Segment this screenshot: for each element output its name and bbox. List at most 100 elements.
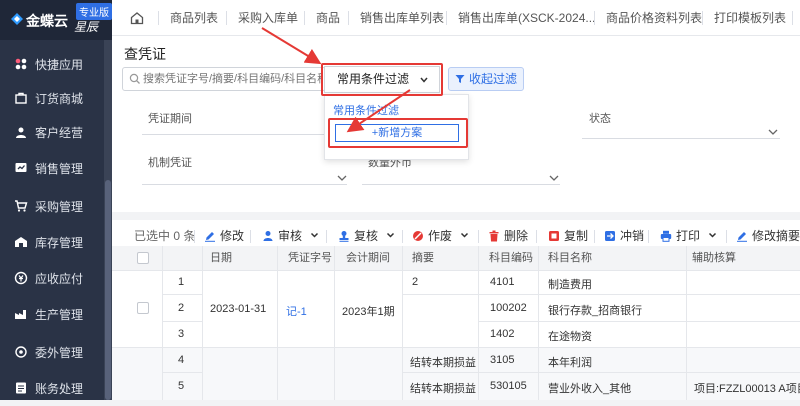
period-field-line[interactable]: [142, 134, 347, 135]
sidebar-item-label: 销售管理: [35, 161, 84, 176]
dropdown-option-common-filter[interactable]: 常用条件过滤: [333, 102, 399, 118]
chevron-down-icon: [387, 232, 395, 238]
sidebar-item-label: 应收应付: [35, 271, 84, 286]
cell-auxiliary: 项目:FZZL00013 A项目: [694, 383, 800, 395]
sidebar-item-production[interactable]: 生产管理: [0, 296, 104, 332]
col-header-account-code[interactable]: 科目编码: [489, 246, 533, 270]
select-all-checkbox[interactable]: [137, 252, 149, 264]
col-header-auxiliary[interactable]: 辅助核算: [692, 246, 736, 270]
sidebar-item-inventory[interactable]: 库存管理: [0, 224, 104, 260]
search-input[interactable]: [143, 70, 323, 88]
sidebar-item-label: 快捷应用: [35, 57, 84, 72]
col-header-voucher-no[interactable]: 凭证字号: [288, 246, 332, 270]
cell-summary: 结转本期损益: [410, 383, 476, 395]
tab-purchase-receipt[interactable]: 采购入库单: [238, 0, 298, 36]
sidebar-item-label: 订货商城: [35, 91, 84, 106]
sidebar-scrollbar-thumb[interactable]: [105, 180, 111, 400]
chevron-down-icon: [709, 232, 717, 238]
col-header-summary[interactable]: 摘要: [412, 246, 434, 270]
tab-sales-outbound-detail[interactable]: 销售出库单(XSCK-2024...: [458, 0, 595, 36]
tab-print-templates[interactable]: 打印模板列表: [714, 0, 786, 36]
sidebar-item-label: 库存管理: [35, 235, 84, 250]
sidebar-item-ledger[interactable]: 账务处理: [0, 370, 104, 406]
cell-account-code: 530105: [490, 380, 527, 392]
made-by-chevron-down-icon[interactable]: [337, 174, 347, 182]
row-number: 1: [178, 276, 185, 288]
tab-bar: 商品列表 采购入库单 商品 销售出库单列表 销售出库单(XSCK-2024...…: [112, 0, 800, 36]
filter-label-status: 状态: [589, 113, 611, 125]
cell-period: 2023年1期: [342, 306, 395, 318]
highlight-add-scheme: [328, 118, 468, 148]
tab-product[interactable]: 商品: [316, 0, 340, 36]
copy-icon: [548, 230, 560, 242]
reverse-icon: [604, 230, 616, 242]
tab-sales-outbound-list[interactable]: 销售出库单列表: [360, 0, 444, 36]
status-chevron-down-icon[interactable]: [768, 128, 778, 136]
cell-account-code: 1402: [490, 328, 515, 340]
sidebar-item-order-mall[interactable]: 订货商城: [0, 80, 104, 116]
voucher-link[interactable]: 记-1: [286, 303, 307, 319]
tab-product-list[interactable]: 商品列表: [170, 0, 218, 36]
main-content: 查凭证 常用条件过滤 收起过滤 凭证期间 状态 机制凭证 数量外币 已选中 0 …: [112, 36, 800, 400]
cell-account-name: 营业外收入_其他: [548, 383, 632, 395]
filter-icon: [455, 75, 465, 83]
product-name: 星辰: [74, 20, 99, 34]
sidebar-item-purchase[interactable]: 采购管理: [0, 188, 104, 224]
highlight-filter-select: [321, 63, 443, 96]
chevron-down-icon: [461, 232, 469, 238]
col-header-account-name[interactable]: 科目名称: [548, 246, 592, 270]
trash-icon: [488, 230, 500, 242]
brand-name: 金蝶云: [26, 13, 68, 29]
sidebar-item-receivables[interactable]: 应收应付: [0, 260, 104, 296]
tab-price-list[interactable]: 商品价格资料列表: [606, 0, 702, 36]
sidebar-item-sales[interactable]: 销售管理: [0, 150, 104, 186]
currency-field[interactable]: [362, 184, 560, 185]
row-number: 4: [178, 354, 185, 366]
collapse-filter-button[interactable]: 收起过滤: [448, 67, 524, 91]
row-number: 5: [178, 380, 185, 392]
customer-icon: [14, 125, 28, 139]
sidebar-item-label: 账务处理: [35, 381, 84, 396]
stamp-icon: [338, 230, 350, 242]
void-icon: [412, 230, 424, 242]
cell-account-code: 3105: [490, 354, 515, 366]
money-icon: [14, 271, 28, 285]
status-field[interactable]: [582, 138, 780, 139]
sidebar-item-label: 客户经营: [35, 125, 84, 140]
sidebar-item-label: 委外管理: [35, 345, 84, 360]
sidebar-item-label: 生产管理: [35, 307, 84, 322]
printer-icon: [660, 230, 672, 242]
cart-icon: [14, 199, 28, 213]
kingdee-logo-icon: [11, 13, 23, 25]
sidebar-item-customer[interactable]: 客户经营: [0, 114, 104, 150]
home-icon[interactable]: [130, 11, 144, 25]
currency-chevron-down-icon[interactable]: [549, 174, 559, 182]
col-header-period[interactable]: 会计期间: [346, 246, 390, 270]
row-checkbox[interactable]: [137, 302, 149, 314]
sales-icon: [14, 161, 28, 175]
row-number: 3: [178, 328, 185, 340]
search-box[interactable]: [122, 67, 326, 91]
sidebar: 金蝶云 星辰 专业版 快捷应用 订货商城 客户经营 销售管理 采购管理 库存管理…: [0, 0, 112, 400]
sidebar-item-outsource[interactable]: 委外管理: [0, 334, 104, 370]
row-number: 2: [178, 302, 185, 314]
cell-summary: 2: [412, 276, 419, 288]
shop-icon: [14, 91, 28, 105]
sidebar-item-quick-apps[interactable]: 快捷应用: [0, 46, 104, 82]
cell-account-name: 在途物资: [548, 331, 592, 343]
outsource-icon: [14, 345, 28, 359]
cell-account-name: 银行存款_招商银行: [548, 305, 643, 317]
production-icon: [14, 307, 28, 321]
cell-date: 2023-01-31: [210, 303, 267, 315]
col-header-date[interactable]: 日期: [210, 246, 232, 270]
warehouse-icon: [14, 235, 28, 249]
filter-label-period: 凭证期间: [148, 113, 192, 125]
edition-badge: 专业版: [76, 3, 112, 20]
ledger-icon: [14, 381, 28, 395]
made-by-field[interactable]: [142, 184, 347, 185]
sidebar-item-label: 采购管理: [35, 199, 84, 214]
page-title: 查凭证: [124, 46, 166, 62]
apps-icon: [14, 57, 28, 71]
user-check-icon: [262, 230, 274, 242]
cell-account-code: 100202: [490, 302, 527, 314]
